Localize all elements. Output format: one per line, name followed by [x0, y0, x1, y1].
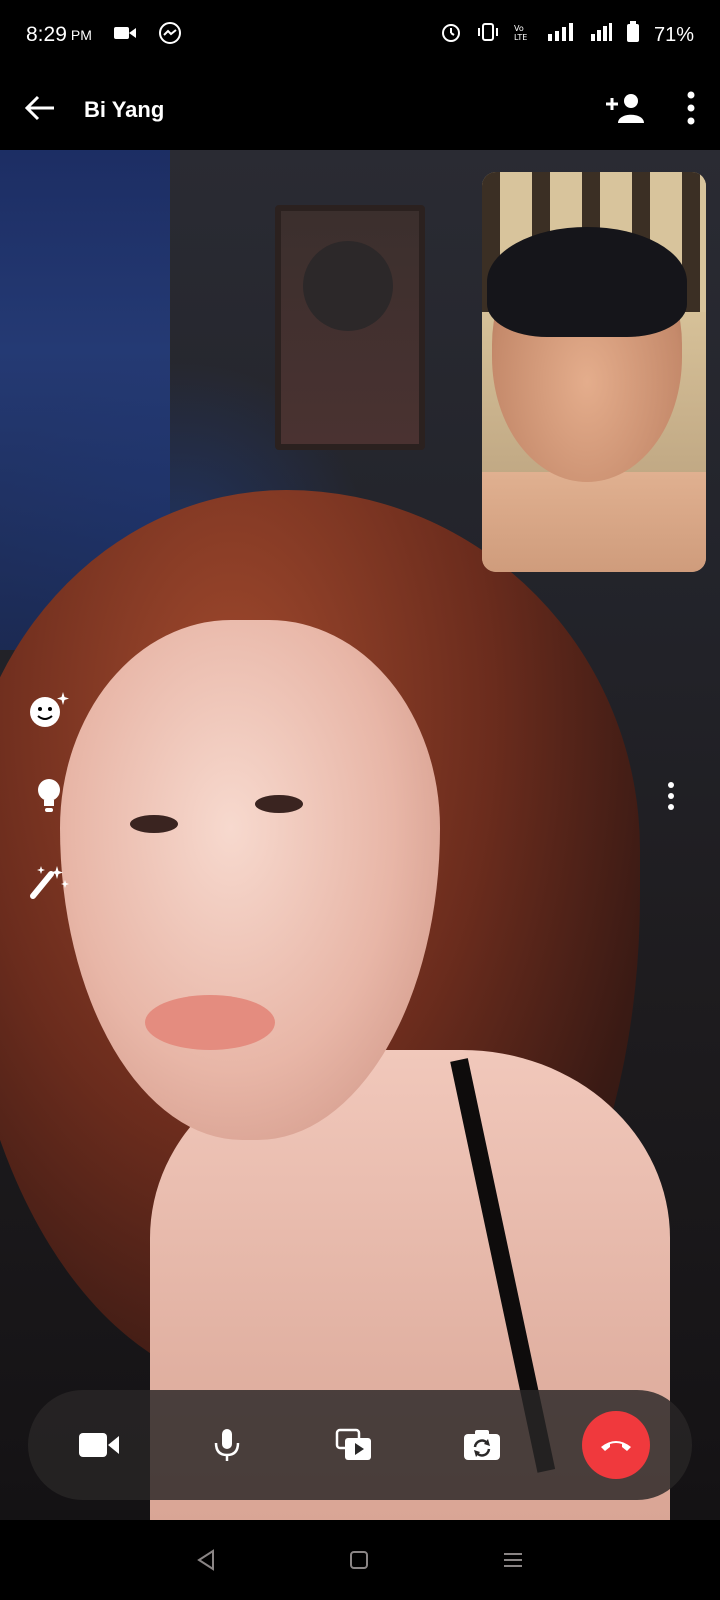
lighting-button[interactable] [26, 776, 72, 816]
alarm-icon [440, 21, 462, 49]
status-ampm: PM [70, 27, 92, 43]
nav-back-button[interactable] [196, 1548, 216, 1576]
call-controls-bar [28, 1390, 692, 1500]
self-body [482, 472, 706, 572]
contact-name: Bi Yang [84, 97, 165, 122]
self-hair [487, 227, 687, 337]
battery-percentage: 71% [653, 23, 694, 46]
magic-wand-button[interactable] [26, 862, 72, 902]
lighting-icon [38, 779, 60, 812]
toggle-mic-button[interactable] [200, 1418, 254, 1472]
flip-camera-button[interactable] [455, 1418, 509, 1472]
volte-icon: Vo LTE [514, 22, 532, 48]
video-icon [113, 26, 136, 45]
nav-home-button[interactable] [348, 1549, 370, 1576]
recents-menu-icon [504, 1552, 522, 1567]
status-time: 8:29 [26, 23, 67, 46]
magic-wand-icon [30, 866, 69, 899]
participant-eye-right [255, 795, 303, 813]
emoji-effects-button[interactable] [26, 690, 72, 730]
messenger-icon [158, 21, 182, 50]
home-square-icon [350, 1550, 368, 1569]
vibrate-icon [476, 22, 500, 48]
share-screen-icon [335, 1428, 371, 1460]
self-video-preview[interactable] [482, 172, 706, 572]
microphone-icon [214, 1429, 239, 1461]
participant-lips [145, 995, 275, 1050]
svg-text:LTE: LTE [514, 33, 527, 42]
toggle-camera-button[interactable] [72, 1418, 126, 1472]
background-wall-frame [275, 205, 425, 450]
end-call-icon [601, 1441, 631, 1451]
more-options-button[interactable] [686, 91, 696, 130]
flip-camera-icon [463, 1430, 500, 1460]
effects-toolbar [26, 690, 72, 902]
end-call-button[interactable] [582, 1411, 650, 1479]
lte-signal-icon [546, 22, 576, 48]
back-button[interactable] [24, 94, 56, 127]
more-vertical-icon [687, 91, 695, 124]
more-vertical-icon [668, 782, 674, 810]
participant-eye-left [130, 815, 178, 833]
back-triangle-icon [197, 1548, 214, 1571]
battery-icon [626, 21, 640, 49]
nav-recents-button[interactable] [502, 1550, 524, 1575]
status-bar: 8:29 PM Vo LTE 71% [0, 0, 720, 70]
video-camera-icon [79, 1433, 119, 1457]
arrow-left-icon [24, 95, 54, 120]
add-person-button[interactable] [604, 92, 646, 129]
svg-text:Vo: Vo [514, 24, 524, 33]
share-screen-button[interactable] [327, 1418, 381, 1472]
signal-icon [590, 22, 612, 48]
video-more-button[interactable] [666, 782, 676, 815]
emoji-effects-icon [30, 692, 69, 727]
add-person-icon [606, 93, 644, 123]
system-nav-bar [0, 1524, 720, 1600]
call-header: Bi Yang [0, 70, 720, 150]
